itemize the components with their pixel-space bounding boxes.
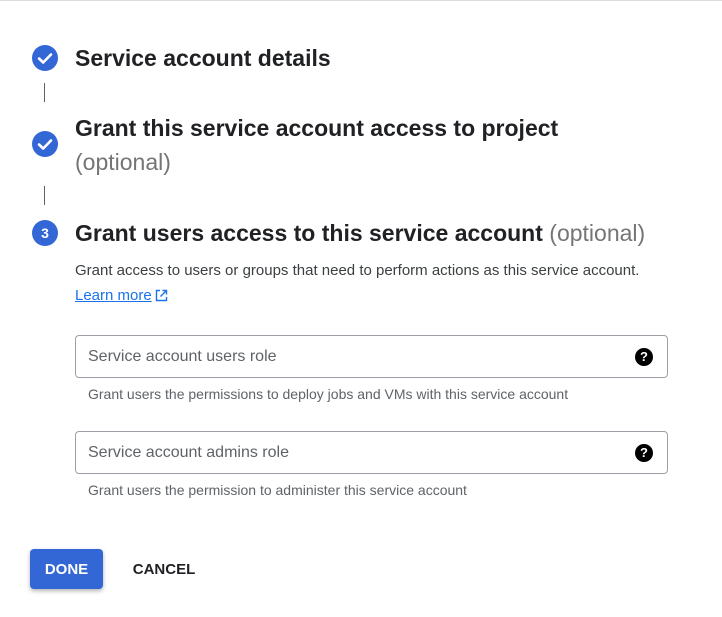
done-button[interactable]: DONE bbox=[30, 549, 103, 589]
help-icon[interactable]: ? bbox=[635, 348, 653, 366]
step-2-title[interactable]: Grant this service account access to pro… bbox=[75, 111, 635, 179]
step-3-number-badge: 3 bbox=[32, 220, 58, 246]
top-divider bbox=[0, 0, 722, 1]
users-role-hint: Grant users the permissions to deploy jo… bbox=[88, 386, 569, 402]
help-icon[interactable]: ? bbox=[635, 444, 653, 462]
step-connector-2 bbox=[44, 186, 45, 205]
step-1-title[interactable]: Service account details bbox=[75, 41, 331, 75]
admins-role-input[interactable] bbox=[76, 432, 628, 473]
admins-role-field[interactable]: ? bbox=[75, 431, 668, 474]
admins-role-hint: Grant users the permission to administer… bbox=[88, 482, 467, 498]
step-connector-1 bbox=[44, 83, 45, 102]
external-link-icon bbox=[155, 289, 167, 302]
step-3-number: 3 bbox=[41, 225, 49, 241]
users-role-field[interactable]: ? bbox=[75, 335, 668, 378]
learn-more-link[interactable]: Learn more bbox=[75, 287, 168, 304]
step-2-check-icon bbox=[32, 131, 58, 157]
step-3-optional: (optional) bbox=[549, 220, 646, 246]
step-3-description: Grant access to users or groups that nee… bbox=[75, 262, 640, 304]
step-1-check-icon bbox=[32, 45, 58, 71]
cancel-button[interactable]: CANCEL bbox=[120, 549, 208, 589]
step-2-optional: (optional) bbox=[75, 149, 171, 175]
users-role-input[interactable] bbox=[76, 336, 628, 377]
step-3-title: Grant users access to this service accou… bbox=[75, 220, 646, 246]
